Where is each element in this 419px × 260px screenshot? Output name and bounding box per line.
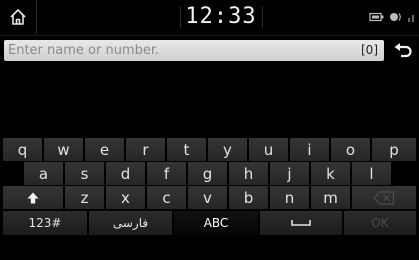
farsi-mode-key[interactable]: فارسی: [89, 211, 172, 235]
backspace-key[interactable]: [352, 186, 416, 209]
keyboard: q w e r t y u i o p a s d f g h j k l z …: [0, 138, 419, 260]
key-r[interactable]: r: [126, 138, 165, 161]
key-h[interactable]: h: [229, 162, 268, 185]
input-placeholder: Enter name or number.: [8, 43, 160, 58]
key-w[interactable]: w: [44, 138, 83, 161]
divider: [262, 6, 263, 28]
shift-key[interactable]: [3, 186, 63, 209]
key-v[interactable]: v: [188, 186, 227, 209]
status-bar: 12:33: [0, 0, 419, 36]
key-m[interactable]: m: [311, 186, 350, 209]
shift-arrow-icon: [27, 192, 39, 203]
clock-time: 12:33: [185, 4, 257, 29]
battery-icon: [369, 12, 384, 22]
key-c[interactable]: c: [147, 186, 186, 209]
key-o[interactable]: o: [331, 138, 370, 161]
key-z[interactable]: z: [65, 186, 104, 209]
key-d[interactable]: d: [106, 162, 145, 185]
character-count: [0]: [361, 43, 378, 57]
key-t[interactable]: t: [167, 138, 206, 161]
ok-button[interactable]: OK: [344, 211, 416, 235]
status-icons: [369, 11, 415, 23]
space-key[interactable]: [260, 211, 342, 235]
key-i[interactable]: i: [290, 138, 329, 161]
key-q[interactable]: q: [3, 138, 42, 161]
home-button[interactable]: [0, 0, 37, 34]
bluetooth-icon: [390, 13, 401, 21]
numbers-mode-key[interactable]: 123#: [3, 211, 87, 235]
key-a[interactable]: a: [24, 162, 63, 185]
keyboard-row-2: a s d f g h j k l: [0, 162, 419, 186]
key-k[interactable]: k: [311, 162, 350, 185]
signal-icon: [408, 15, 414, 22]
key-l[interactable]: l: [352, 162, 391, 185]
key-j[interactable]: j: [270, 162, 309, 185]
key-u[interactable]: u: [249, 138, 288, 161]
keyboard-row-4: 123# فارسی ABC OK: [0, 211, 419, 235]
key-y[interactable]: y: [208, 138, 247, 161]
key-s[interactable]: s: [65, 162, 104, 185]
keyboard-row-3: z x c v b n m: [0, 186, 419, 210]
backspace-icon: [373, 190, 395, 205]
key-f[interactable]: f: [147, 162, 186, 185]
search-input[interactable]: Enter name or number. [0]: [4, 40, 384, 61]
back-button[interactable]: [389, 38, 417, 64]
key-e[interactable]: e: [85, 138, 124, 161]
input-row: Enter name or number. [0]: [0, 36, 419, 66]
home-icon: [10, 9, 26, 25]
key-b[interactable]: b: [229, 186, 268, 209]
keyboard-row-1: q w e r t y u i o p: [0, 138, 419, 162]
space-icon: [291, 220, 311, 226]
key-p[interactable]: p: [372, 138, 416, 161]
key-g[interactable]: g: [188, 162, 227, 185]
abc-mode-key[interactable]: ABC: [174, 211, 258, 235]
key-x[interactable]: x: [106, 186, 145, 209]
back-arrow-icon: [394, 43, 412, 58]
key-n[interactable]: n: [270, 186, 309, 209]
